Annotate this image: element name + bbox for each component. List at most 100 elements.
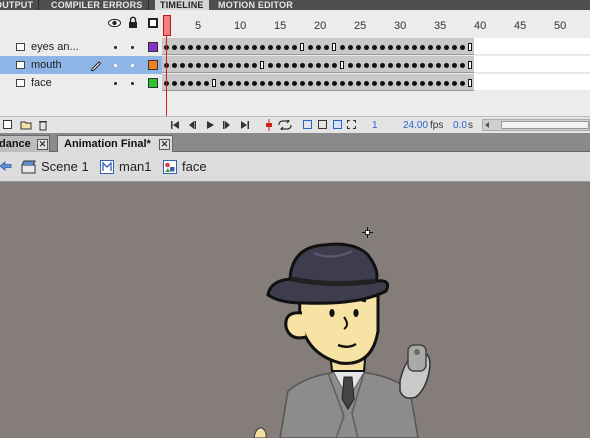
empty-keyframe[interactable] xyxy=(468,43,472,51)
keyframe[interactable] xyxy=(364,45,369,50)
tab-output[interactable]: OUTPUT xyxy=(0,0,40,10)
outline-all-icon[interactable] xyxy=(148,18,158,28)
empty-keyframe[interactable] xyxy=(212,79,216,87)
keyframe[interactable] xyxy=(356,63,361,68)
keyframe[interactable] xyxy=(308,45,313,50)
empty-keyframe[interactable] xyxy=(468,79,472,87)
lock-dot[interactable] xyxy=(131,82,134,85)
tab-timeline[interactable]: TIMELINE xyxy=(155,0,209,10)
keyframe[interactable] xyxy=(220,45,225,50)
keyframe[interactable] xyxy=(300,81,305,86)
keyframe[interactable] xyxy=(388,63,393,68)
playhead-handle[interactable] xyxy=(163,15,171,36)
keyframe[interactable] xyxy=(268,45,273,50)
new-folder-icon[interactable] xyxy=(20,120,32,130)
tab-motion-editor[interactable]: MOTION EDITOR xyxy=(213,0,298,10)
empty-keyframe[interactable] xyxy=(468,61,472,69)
keyframe[interactable] xyxy=(332,63,337,68)
keyframe[interactable] xyxy=(444,63,449,68)
keyframe[interactable] xyxy=(228,45,233,50)
keyframe[interactable] xyxy=(260,81,265,86)
keyframe[interactable] xyxy=(348,45,353,50)
keyframe[interactable] xyxy=(332,81,337,86)
keyframe[interactable] xyxy=(316,81,321,86)
layer-row-face[interactable]: face xyxy=(0,74,162,92)
keyframe[interactable] xyxy=(180,63,185,68)
visible-dot[interactable] xyxy=(114,82,117,85)
timeline-horizontal-scrollbar[interactable] xyxy=(482,119,590,131)
keyframe[interactable] xyxy=(204,45,209,50)
keyframe[interactable] xyxy=(276,81,281,86)
keyframe[interactable] xyxy=(300,63,305,68)
keyframe[interactable] xyxy=(292,45,297,50)
keyframe[interactable] xyxy=(180,81,185,86)
keyframe[interactable] xyxy=(180,45,185,50)
layer-row-eyes[interactable]: eyes an... xyxy=(0,38,162,56)
keyframe[interactable] xyxy=(308,63,313,68)
keyframe[interactable] xyxy=(260,45,265,50)
keyframe[interactable] xyxy=(380,45,385,50)
edit-multiple-frames-icon[interactable] xyxy=(333,120,342,129)
keyframe[interactable] xyxy=(452,81,457,86)
scrollbar-thumb[interactable] xyxy=(501,121,589,129)
empty-keyframe[interactable] xyxy=(332,43,336,51)
empty-keyframe[interactable] xyxy=(340,61,344,69)
keyframe[interactable] xyxy=(420,63,425,68)
keyframe[interactable] xyxy=(244,81,249,86)
keyframe[interactable] xyxy=(380,81,385,86)
center-frame-icon[interactable] xyxy=(265,119,273,131)
keyframe[interactable] xyxy=(172,45,177,50)
loop-icon[interactable] xyxy=(277,120,293,130)
keyframe[interactable] xyxy=(204,63,209,68)
keyframe[interactable] xyxy=(460,81,465,86)
elapsed-time-value[interactable]: 0.0 xyxy=(453,120,467,131)
empty-frames[interactable] xyxy=(474,38,590,55)
go-to-first-frame-icon[interactable] xyxy=(170,120,180,130)
keyframe[interactable] xyxy=(220,81,225,86)
keyframe[interactable] xyxy=(372,45,377,50)
empty-frames[interactable] xyxy=(474,74,590,91)
stage-canvas[interactable] xyxy=(0,183,590,438)
keyframe[interactable] xyxy=(460,63,465,68)
keyframe[interactable] xyxy=(420,45,425,50)
keyframe[interactable] xyxy=(316,45,321,50)
keyframe[interactable] xyxy=(268,81,273,86)
layer-outline-swatch[interactable] xyxy=(148,78,158,88)
keyframe[interactable] xyxy=(284,45,289,50)
keyframe[interactable] xyxy=(396,45,401,50)
keyframe[interactable] xyxy=(340,45,345,50)
keyframe[interactable] xyxy=(284,81,289,86)
keyframe[interactable] xyxy=(404,81,409,86)
keyframe[interactable] xyxy=(324,45,329,50)
keyframe[interactable] xyxy=(196,81,201,86)
keyframe[interactable] xyxy=(444,45,449,50)
keyframe[interactable] xyxy=(356,81,361,86)
keyframe[interactable] xyxy=(204,81,209,86)
frame-row-face[interactable] xyxy=(162,74,590,92)
keyframe[interactable] xyxy=(196,45,201,50)
lock-all-icon[interactable] xyxy=(128,16,138,28)
keyframe[interactable] xyxy=(412,45,417,50)
keyframe[interactable] xyxy=(316,63,321,68)
modify-onion-markers-icon[interactable] xyxy=(347,120,356,129)
keyframe[interactable] xyxy=(228,63,233,68)
back-arrow-icon[interactable] xyxy=(0,161,12,171)
keyframe[interactable] xyxy=(292,63,297,68)
keyframe[interactable] xyxy=(452,45,457,50)
keyframe[interactable] xyxy=(188,63,193,68)
keyframe[interactable] xyxy=(244,45,249,50)
keyframe[interactable] xyxy=(348,63,353,68)
keyframe[interactable] xyxy=(340,81,345,86)
keyframe[interactable] xyxy=(396,81,401,86)
keyframe[interactable] xyxy=(172,63,177,68)
keyframe[interactable] xyxy=(412,81,417,86)
keyframe[interactable] xyxy=(324,63,329,68)
tab-document-dance[interactable]: dance ✕ xyxy=(0,135,50,152)
breadcrumb-face[interactable]: face xyxy=(182,159,207,174)
keyframe[interactable] xyxy=(420,81,425,86)
keyframe[interactable] xyxy=(348,81,353,86)
keyframe[interactable] xyxy=(276,63,281,68)
keyframe[interactable] xyxy=(364,81,369,86)
fps-value[interactable]: 24.00 xyxy=(403,120,428,131)
keyframe[interactable] xyxy=(460,45,465,50)
